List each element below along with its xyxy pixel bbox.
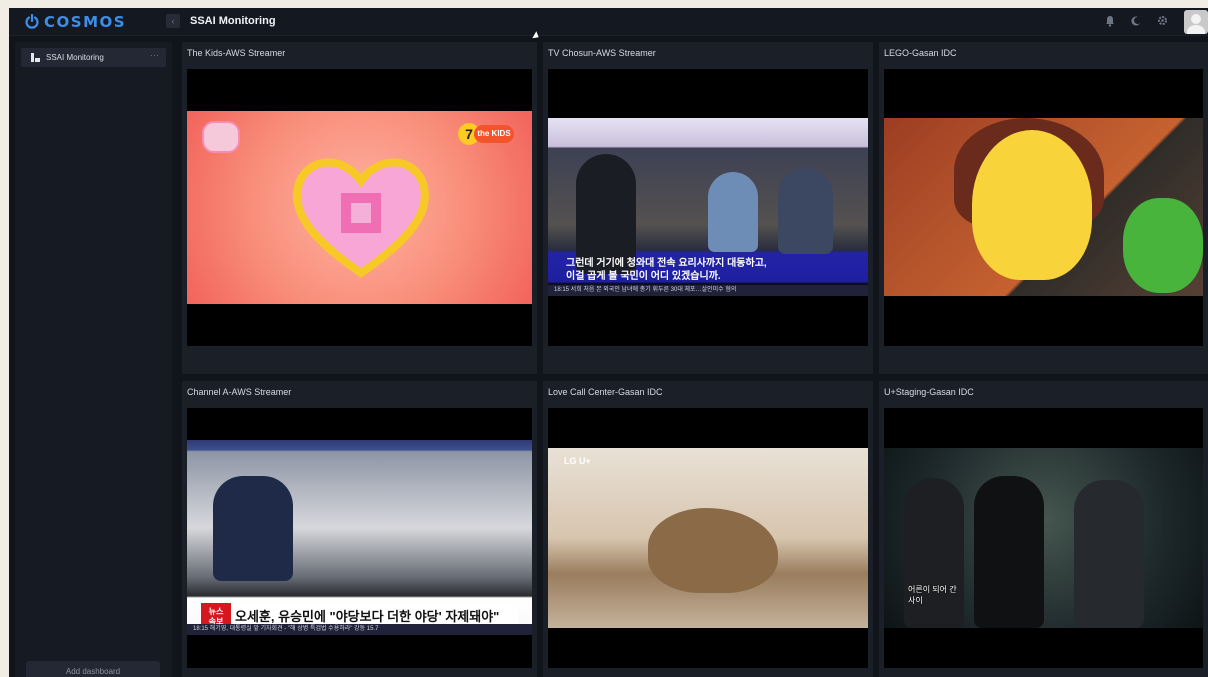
- stream-panel: U+Staging-Gasan IDC 어른이 되어 간 사이: [879, 381, 1208, 677]
- video-frame: 어른이 되어 간 사이: [884, 448, 1203, 628]
- news-anchor-figure: [213, 476, 293, 581]
- gear-icon[interactable]: [1157, 15, 1168, 29]
- page-title: SSAI Monitoring: [190, 15, 276, 27]
- video-player[interactable]: 그런데 거기에 청와대 전속 요리사까지 대동하고, 이걸 곱게 볼 국민이 어…: [548, 69, 868, 346]
- top-bar: COSMOS ‹ SSAI Monitoring: [9, 8, 1208, 36]
- person-figure: [778, 168, 833, 254]
- subtitle-line: 이걸 곱게 볼 국민이 어디 있겠습니까.: [566, 271, 721, 282]
- dog-figure: [648, 508, 778, 593]
- channel-logo: the KIDS: [474, 125, 514, 143]
- news-ticker: 18:15 해기영, 대통령실 앞 기자회견 - "해 상병 특검법 수용하라"…: [187, 624, 532, 635]
- heart-graphic: [293, 158, 429, 278]
- green-creature: [1123, 198, 1203, 293]
- video-player[interactable]: LG U+: [548, 408, 868, 668]
- video-frame: 뉴스 속보 오세훈, 유승민에 "야당보다 더한 야당' 자제돼야" 18:15…: [187, 440, 532, 635]
- panel-title: TV Chosun-AWS Streamer: [548, 48, 656, 58]
- news-anchor-figure: [576, 154, 636, 274]
- guitarist-figure: [1074, 480, 1144, 628]
- add-dashboard-button[interactable]: Add dashboard: [26, 661, 160, 677]
- video-subtitle: 어른이 되어 간 사이: [908, 584, 957, 606]
- avatar[interactable]: [1184, 10, 1208, 34]
- dashboard-icon: [31, 53, 40, 62]
- top-actions: [1105, 8, 1208, 36]
- video-frame: [884, 118, 1203, 296]
- panel-title: The Kids-AWS Streamer: [187, 48, 286, 58]
- stream-panel: Channel A-AWS Streamer 뉴스 속보 오세훈, 유승민에 "…: [182, 381, 537, 677]
- stream-panel: TV Chosun-AWS Streamer 그런데 거기에 청와대 전속 요리…: [543, 42, 873, 374]
- news-ticker: 18:15 서희 처음 본 외국인 남녀에 총기 휘두른 30대 체포…살인미수…: [548, 285, 868, 296]
- news-headline: 오세훈, 유승민에 "야당보다 더한 야당' 자제돼야": [235, 609, 500, 624]
- channel-logo: LG U+: [564, 456, 591, 466]
- power-logo-icon: [25, 14, 39, 29]
- subtitle-line: 어른이 되어 간: [908, 585, 957, 594]
- video-player[interactable]: 어른이 되어 간 사이: [884, 408, 1203, 668]
- person-figure: [708, 172, 758, 252]
- sidebar: SSAI Monitoring ··· Add dashboard: [15, 42, 172, 677]
- moon-icon[interactable]: [1131, 16, 1141, 29]
- subtitle-line: 사이: [908, 596, 923, 605]
- panel-title: U+Staging-Gasan IDC: [884, 387, 974, 397]
- video-player[interactable]: 뉴스 속보 오세훈, 유승민에 "야당보다 더한 야당' 자제돼야" 18:15…: [187, 408, 532, 668]
- stream-panel: The Kids-AWS Streamer 7 the KIDS: [182, 42, 537, 374]
- stream-panel: Love Call Center-Gasan IDC LG U+: [543, 381, 873, 677]
- lego-figure: [972, 130, 1092, 280]
- sidebar-item-ssai-monitoring[interactable]: SSAI Monitoring ···: [21, 48, 166, 67]
- cosmos-logo[interactable]: COSMOS: [24, 13, 126, 31]
- panel-title: LEGO-Gasan IDC: [884, 48, 957, 58]
- video-player[interactable]: [884, 69, 1203, 346]
- sidebar-item-label: SSAI Monitoring: [46, 53, 104, 62]
- logo-text: COSMOS: [44, 13, 127, 31]
- video-frame: 그런데 거기에 청와대 전속 요리사까지 대동하고, 이걸 곱게 볼 국민이 어…: [548, 118, 868, 296]
- app-window: COSMOS ‹ SSAI Monitoring SSAI Monitoring…: [9, 8, 1208, 677]
- video-player[interactable]: 7 the KIDS: [187, 69, 532, 346]
- bell-icon[interactable]: [1105, 15, 1115, 30]
- video-frame: 7 the KIDS: [187, 111, 532, 304]
- singer-figure: [974, 476, 1044, 628]
- video-subtitle: 그런데 거기에 청와대 전속 요리사까지 대동하고, 이걸 곱게 볼 국민이 어…: [566, 257, 852, 283]
- kids-show-logo: [202, 121, 240, 153]
- panel-title: Love Call Center-Gasan IDC: [548, 387, 663, 397]
- sidebar-collapse-button[interactable]: ‹: [166, 14, 180, 28]
- subtitle-line: 그런데 거기에 청와대 전속 요리사까지 대동하고,: [566, 258, 767, 269]
- video-frame: LG U+: [548, 448, 868, 628]
- panel-title: Channel A-AWS Streamer: [187, 387, 292, 397]
- stream-panel: LEGO-Gasan IDC: [879, 42, 1208, 374]
- more-options-icon[interactable]: ···: [150, 50, 159, 60]
